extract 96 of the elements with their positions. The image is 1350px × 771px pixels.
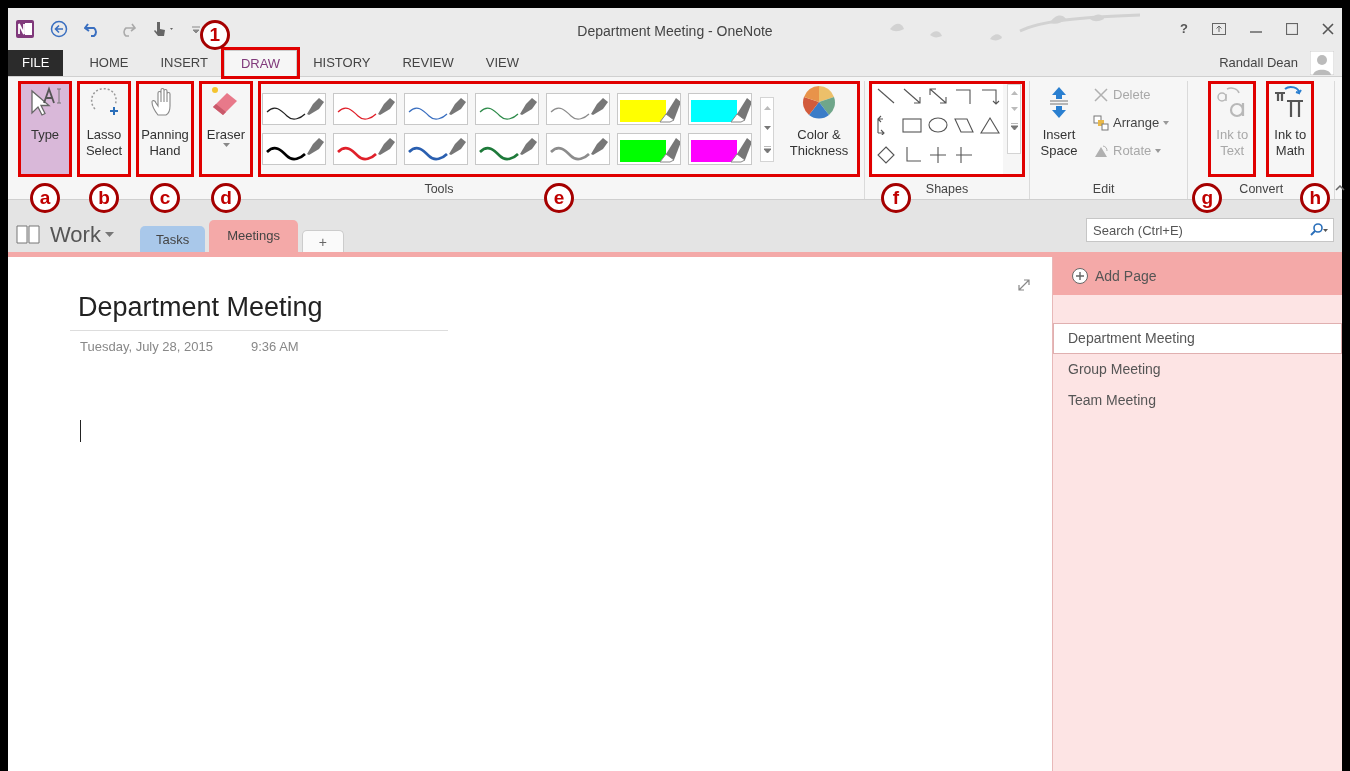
ellipse-icon[interactable] bbox=[927, 115, 949, 136]
group-label: Convert bbox=[1239, 181, 1284, 198]
full-page-icon[interactable] bbox=[1018, 279, 1030, 291]
ribbon-display-icon[interactable] bbox=[1212, 23, 1226, 35]
highlighter-swatch[interactable] bbox=[617, 93, 681, 125]
page-title: Department Meeting bbox=[70, 287, 448, 331]
triangle-icon[interactable] bbox=[979, 115, 1001, 136]
page-list-item[interactable]: Group Meeting bbox=[1053, 354, 1342, 385]
callout-label: a bbox=[30, 183, 60, 213]
collapse-ribbon-icon[interactable] bbox=[1335, 185, 1346, 191]
scroll-up-icon bbox=[763, 105, 771, 110]
pen-swatch[interactable] bbox=[333, 133, 397, 165]
page-list-item[interactable]: Team Meeting bbox=[1053, 385, 1342, 416]
notebook-icon bbox=[16, 224, 40, 244]
double-arrow-icon[interactable] bbox=[927, 86, 949, 106]
touch-mode-icon[interactable] bbox=[152, 20, 176, 38]
gallery-scrollbar[interactable] bbox=[760, 96, 774, 162]
group-label: Edit bbox=[1092, 181, 1115, 198]
help-button[interactable]: ? bbox=[1180, 19, 1188, 39]
pen-swatch[interactable] bbox=[546, 133, 610, 165]
text-cursor bbox=[80, 420, 81, 442]
customize-icon[interactable] bbox=[192, 24, 200, 34]
tool-button[interactable]: Type bbox=[18, 81, 72, 177]
graph-axes-icon[interactable] bbox=[927, 144, 949, 165]
app-logo-icon bbox=[16, 20, 34, 38]
line-icon[interactable] bbox=[875, 86, 897, 106]
dropdown-arrow-icon bbox=[1155, 149, 1162, 153]
scroll-down-icon bbox=[1010, 107, 1018, 111]
color-wheel-icon bbox=[802, 85, 836, 119]
ribbon-tab[interactable]: DRAW bbox=[223, 50, 298, 76]
tool-button[interactable]: Panning Hand bbox=[136, 81, 194, 177]
tool-button[interactable]: Lasso Select bbox=[77, 81, 131, 177]
tool-button[interactable]: Eraser bbox=[199, 81, 253, 177]
pen-swatch[interactable] bbox=[262, 93, 326, 125]
page-date: Tuesday, July 28, 2015 bbox=[80, 337, 213, 356]
callout-label: e bbox=[544, 183, 574, 213]
callout-label: h bbox=[1300, 183, 1331, 213]
delete-icon bbox=[1093, 87, 1109, 103]
edit-action[interactable]: Arrange bbox=[1089, 109, 1174, 137]
dropdown-arrow-icon bbox=[104, 231, 114, 237]
search-icon bbox=[1310, 223, 1328, 237]
pen-swatch[interactable] bbox=[333, 93, 397, 125]
pen-swatch[interactable] bbox=[475, 93, 539, 125]
group-label: Shapes bbox=[925, 181, 969, 198]
pen-swatch[interactable] bbox=[546, 93, 610, 125]
callout-label: g bbox=[1192, 183, 1223, 213]
ribbon-tab[interactable]: HOME bbox=[73, 50, 145, 76]
elbow-arrow-icon[interactable] bbox=[979, 86, 1001, 106]
arrow-icon[interactable] bbox=[901, 86, 923, 106]
highlighter-swatch[interactable] bbox=[688, 133, 752, 165]
gallery-scrollbar[interactable] bbox=[1007, 84, 1021, 154]
dropdown-arrow-icon bbox=[222, 143, 230, 147]
user-name[interactable]: Randall Dean bbox=[1215, 49, 1302, 77]
insert-space-button[interactable]: Insert Space bbox=[1034, 81, 1084, 177]
page-time: 9:36 AM bbox=[251, 337, 299, 356]
section-tab[interactable]: Tasks bbox=[139, 226, 206, 252]
ribbon-tab[interactable]: REVIEW bbox=[386, 50, 470, 76]
callout-label: b bbox=[89, 183, 119, 213]
pen-swatch[interactable] bbox=[475, 133, 539, 165]
scroll-down-icon bbox=[763, 125, 771, 130]
ribbon-tab[interactable]: HISTORY bbox=[297, 50, 387, 76]
section-tab[interactable]: Meetings bbox=[209, 220, 298, 252]
dropdown-arrow-icon bbox=[1163, 121, 1170, 125]
rotate-icon bbox=[1093, 143, 1109, 159]
scroll-up-icon bbox=[1010, 91, 1018, 95]
file-tab[interactable]: FILE bbox=[8, 50, 64, 76]
highlighter-swatch[interactable] bbox=[688, 93, 752, 125]
more-icon bbox=[763, 145, 771, 153]
parallelogram-icon[interactable] bbox=[953, 115, 975, 136]
add-section-tab[interactable]: + bbox=[301, 230, 344, 252]
callout-label: d bbox=[211, 183, 241, 213]
pen-swatch[interactable] bbox=[404, 133, 468, 165]
callout-label: f bbox=[881, 183, 911, 213]
arrange-icon bbox=[1093, 115, 1109, 131]
close-icon[interactable] bbox=[1322, 23, 1334, 35]
more-icon bbox=[1010, 123, 1018, 130]
group-label: Tools bbox=[424, 181, 454, 198]
insert-space-icon bbox=[1047, 85, 1071, 119]
add-page-button[interactable]: Add Page bbox=[1053, 257, 1342, 295]
pen-swatch[interactable] bbox=[404, 93, 468, 125]
pen-swatch[interactable] bbox=[262, 133, 326, 165]
add-circle-icon bbox=[1071, 267, 1089, 285]
diamond-icon[interactable] bbox=[875, 144, 897, 165]
highlighter-swatch[interactable] bbox=[617, 133, 681, 165]
notebook-name[interactable]: Work bbox=[46, 220, 118, 248]
convert-button[interactable]: Ink to Math bbox=[1266, 81, 1315, 177]
search-field[interactable]: Search (Ctrl+E) bbox=[1086, 218, 1334, 242]
graph-axes-icon[interactable] bbox=[953, 144, 975, 165]
page-list-item[interactable]: Department Meeting bbox=[1053, 323, 1342, 354]
color-thickness-button[interactable]: Color & Thickness bbox=[782, 81, 856, 177]
maximize-icon[interactable] bbox=[1286, 23, 1298, 35]
ribbon-tab[interactable]: VIEW bbox=[469, 50, 535, 76]
callout-label: c bbox=[150, 183, 180, 213]
window-title: Department Meeting - OneNote bbox=[577, 22, 773, 41]
back-icon[interactable] bbox=[50, 20, 68, 38]
ribbon-tab[interactable]: INSERT bbox=[144, 50, 224, 76]
